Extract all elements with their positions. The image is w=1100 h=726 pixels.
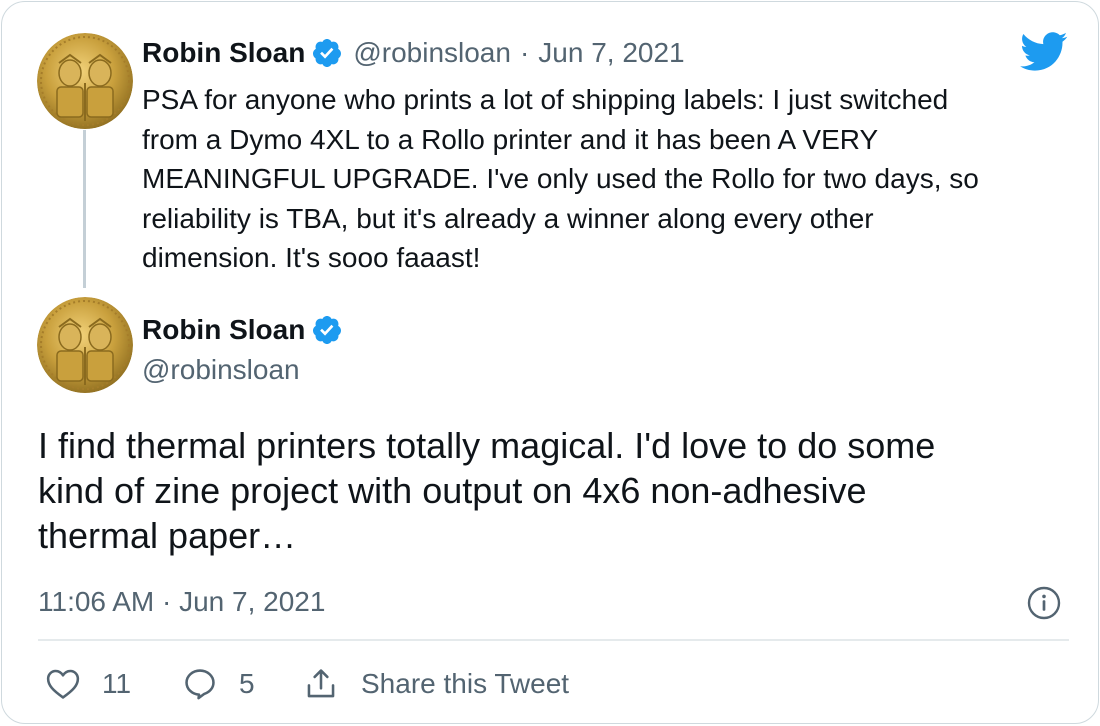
reply-button[interactable]: 5 bbox=[183, 667, 255, 701]
heart-icon bbox=[46, 668, 80, 700]
main-tweet-line: kind of zine project with output on 4x6 … bbox=[38, 470, 867, 511]
parent-author-avatar[interactable] bbox=[37, 33, 133, 129]
main-author-avatar[interactable] bbox=[37, 297, 133, 393]
verified-badge-icon bbox=[311, 37, 343, 69]
separator-dot: · bbox=[519, 37, 530, 68]
share-icon bbox=[303, 667, 339, 701]
parent-author-handle[interactable]: @robinsloan bbox=[353, 36, 511, 70]
parent-tweet-header: Robin Sloan @robinsloan · Jun 7, 2021 bbox=[142, 36, 685, 70]
divider bbox=[38, 639, 1069, 641]
main-tweet-text: I find thermal printers totally magical.… bbox=[38, 423, 1058, 558]
main-tweet-handle-row: @robinsloan bbox=[142, 353, 300, 387]
thread-connector-line bbox=[83, 130, 86, 288]
main-author-name[interactable]: Robin Sloan bbox=[142, 313, 305, 347]
twitter-bird-icon[interactable] bbox=[1020, 32, 1068, 77]
tweet-embed-card: Robin Sloan @robinsloan · Jun 7, 2021 PS… bbox=[1, 1, 1099, 724]
parent-tweet-date[interactable]: Jun 7, 2021 bbox=[538, 36, 684, 70]
main-tweet-line: I find thermal printers totally magical.… bbox=[38, 425, 936, 466]
share-label: Share this Tweet bbox=[361, 668, 570, 699]
verified-badge-icon bbox=[311, 314, 343, 346]
parent-tweet-line: dimension. It's sooo faaast! bbox=[142, 242, 481, 273]
parent-tweet-text: PSA for anyone who prints a lot of shipp… bbox=[142, 80, 1062, 278]
reply-count: 5 bbox=[239, 668, 255, 699]
parent-tweet-line: reliability is TBA, but it's already a w… bbox=[142, 202, 874, 234]
parent-tweet-line: from a Dymo 4XL to a Rollo printer and i… bbox=[142, 123, 879, 155]
parent-tweet-line: PSA for anyone who prints a lot of shipp… bbox=[142, 84, 949, 115]
main-author-handle[interactable]: @robinsloan bbox=[142, 353, 300, 387]
main-tweet-timestamp[interactable]: 11:06 AM · Jun 7, 2021 bbox=[38, 585, 325, 619]
parent-author-name[interactable]: Robin Sloan bbox=[142, 36, 305, 70]
info-icon[interactable] bbox=[1026, 585, 1062, 626]
main-tweet-line: thermal paper… bbox=[38, 515, 297, 556]
like-count: 11 bbox=[102, 668, 132, 699]
main-tweet-author-row: Robin Sloan bbox=[142, 313, 343, 347]
like-button[interactable]: 11 bbox=[46, 667, 131, 701]
share-button[interactable]: Share this Tweet bbox=[303, 667, 569, 701]
reply-bubble-icon bbox=[183, 667, 217, 701]
parent-tweet-line: MEANINGFUL UPGRADE. I've only used the R… bbox=[142, 163, 979, 194]
